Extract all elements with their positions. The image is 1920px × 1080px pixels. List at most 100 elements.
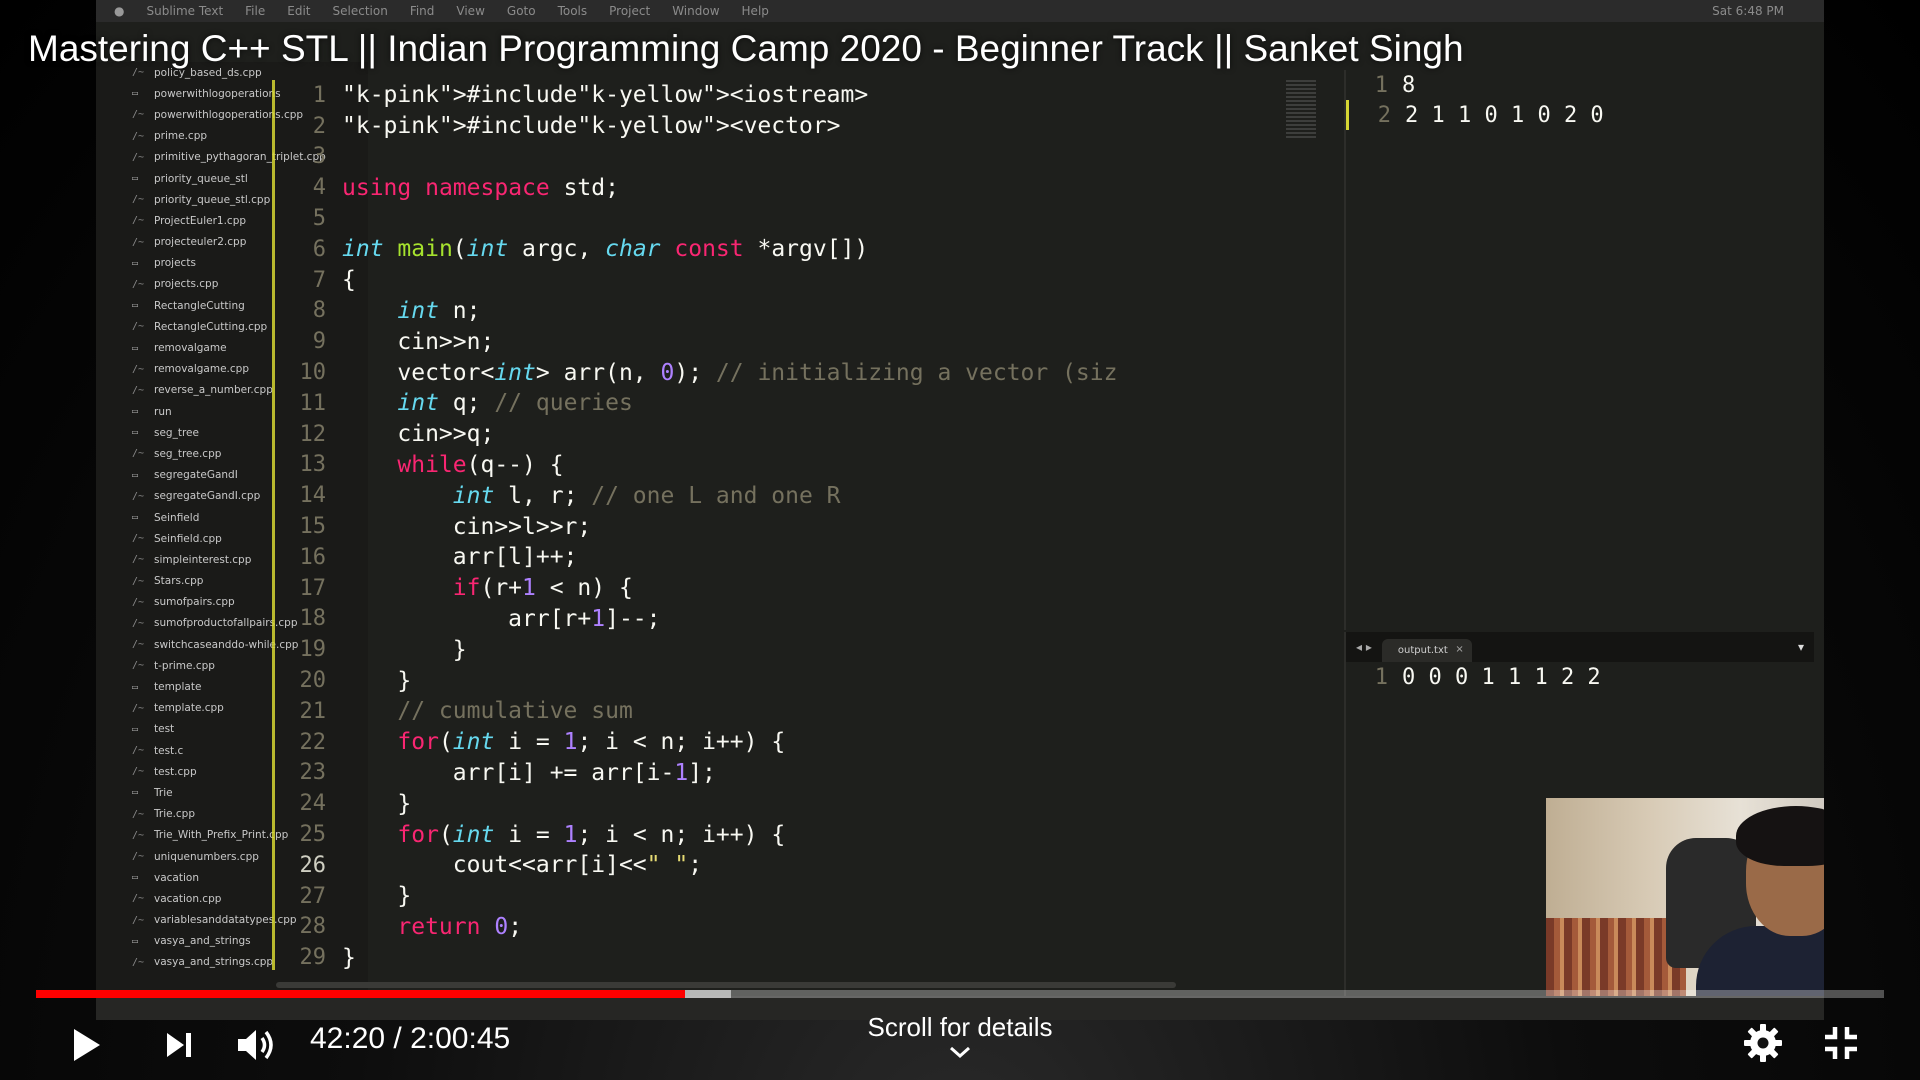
player-controls: 42:20 / 2:00:45 Scroll for details [0,1000,1920,1080]
sidebar-item-label: t-prime.cpp [154,659,215,672]
code-text: arr[r+1]--; [342,605,661,632]
file-icon: /~ [132,956,145,968]
webcam-person-hair [1736,806,1824,866]
sidebar-item-label: vacation [154,871,199,884]
code-text: // cumulative sum [397,698,633,725]
scroll-for-details[interactable]: Scroll for details [860,1012,1060,1059]
menu-item[interactable]: Find [410,4,435,18]
editor-gutter-marker [272,80,275,970]
menu-item[interactable]: Tools [558,4,588,18]
editor-horizontal-scrollbar[interactable] [276,982,1176,988]
code-line[interactable]: 4 using namespace std; [276,172,1256,203]
input-line[interactable]: 18 [1346,70,1814,100]
menu-item[interactable]: Project [609,4,650,18]
sidebar-item-label: projects [154,257,196,270]
file-icon: /~ [132,109,145,121]
code-line[interactable]: 18 arr[r+1]--; [276,604,1256,635]
file-icon: /~ [132,321,145,333]
menu-item[interactable]: Window [672,4,719,18]
volume-button[interactable] [226,1018,288,1072]
code-line[interactable]: 12 cin>>q; [276,419,1256,450]
line-number: 13 [299,452,327,478]
line-number: 5 [312,206,326,232]
code-line[interactable]: 9 cin>>n; [276,326,1256,357]
sidebar-item-label: simpleinterest.cpp [154,553,252,566]
code-line[interactable]: 24 } [276,788,1256,819]
code-text: { [342,267,356,294]
file-icon: /~ [132,829,145,841]
code-line[interactable]: 3 [276,142,1256,173]
file-icon: /~ [132,660,145,672]
code-editor[interactable]: 1 "k-pink">#include"k-yellow"><iostream> 2… [276,80,1256,980]
code-line[interactable]: 5 [276,203,1256,234]
menu-item[interactable]: File [245,4,265,18]
code-line[interactable]: 29} [276,942,1256,973]
settings-button[interactable] [1736,1016,1790,1070]
input-pane: 182 2 1 1 0 1 0 2 0 [1344,70,1814,630]
code-text: } [342,944,356,971]
play-button[interactable] [60,1018,114,1072]
line-number: 25 [299,822,327,848]
progress-bar[interactable] [36,990,1884,998]
menu-item[interactable]: Help [742,4,769,18]
code-line[interactable]: 19 } [276,634,1256,665]
menu-item[interactable]: View [456,4,484,18]
sidebar-item-label: segregateGandI [154,469,238,482]
line-number: 14 [299,483,327,509]
menu-item[interactable]: Sublime Text [146,4,223,18]
code-text: cin>>q; [342,421,495,448]
output-tab-label: output.txt [1397,645,1448,656]
sidebar-item-label: sumofpairs.cpp [154,596,235,609]
folder-icon: ▭ [132,872,139,884]
code-line[interactable]: 25 for(int i = 1; i < n; i++) { [276,819,1256,850]
code-text: if(r+1 < n) { [452,575,633,602]
code-line[interactable]: 6 int main(int argc, char const *argv[]) [276,234,1256,265]
file-icon: /~ [132,766,145,778]
code-line[interactable]: 27 } [276,881,1256,912]
menu-item[interactable]: Edit [287,4,310,18]
gear-icon [1744,1024,1782,1062]
code-line[interactable]: 17 if(r+1 < n) { [276,573,1256,604]
code-text: vector<int> arr(n, 0); // initializing a… [342,359,1118,386]
code-line[interactable]: 1 "k-pink">#include"k-yellow"><iostream> [276,80,1256,111]
exit-fullscreen-button[interactable] [1814,1016,1868,1070]
sidebar-item-label: projects.cpp [154,278,219,291]
code-line[interactable]: 10 vector<int> arr(n, 0); // initializin… [276,357,1256,388]
code-line[interactable]: 23 arr[i] += arr[i-1]; [276,758,1256,789]
sidebar-item-label: priority_queue_stl.cpp [154,193,271,206]
code-line[interactable]: 26 cout<<arr[i]<<" "; [276,850,1256,881]
output-line[interactable]: 1 0 0 0 1 1 1 2 2 [1346,662,1814,692]
line-number: 2 [312,113,326,139]
line-number: 7 [312,267,326,293]
output-tabbar: ◂ ▸ output.txt × ▾ [1346,632,1814,662]
code-line[interactable]: 28 return 0; [276,912,1256,943]
code-text: } [342,667,412,694]
input-line[interactable]: 2 2 1 1 0 1 0 2 0 [1346,100,1814,130]
file-icon: /~ [132,384,145,396]
next-button[interactable] [152,1018,206,1072]
code-line[interactable]: 14 int l, r; // one L and one R [276,480,1256,511]
file-icon: /~ [132,448,145,460]
code-line[interactable]: 15 cin>>l>>r; [276,511,1256,542]
code-line[interactable]: 7{ [276,265,1256,296]
menu-item[interactable]: Goto [507,4,536,18]
sidebar-item-label: Trie.cpp [154,808,196,821]
menu-item[interactable]: Selection [333,4,388,18]
scroll-hint-label: Scroll for details [867,1012,1053,1042]
next-icon [167,1033,191,1057]
code-line[interactable]: 16 arr[l]++; [276,542,1256,573]
line-number: 6 [312,236,326,262]
code-line[interactable]: 13 while(q--) { [276,450,1256,481]
sidebar-item-label: segregateGandI.cpp [154,490,261,503]
folder-icon: ▭ [132,88,139,100]
line-number: 22 [299,729,327,755]
file-icon: /~ [132,702,145,714]
code-line[interactable]: 21 // cumulative sum [276,696,1256,727]
code-line[interactable]: 8 int n; [276,296,1256,327]
code-line[interactable]: 22 for(int i = 1; i < n; i++) { [276,727,1256,758]
code-line[interactable]: 2 "k-pink">#include"k-yellow"><vector> [276,111,1256,142]
sidebar-item-label: projecteuler2.cpp [154,236,247,249]
code-line[interactable]: 20 } [276,665,1256,696]
file-icon: /~ [132,278,145,290]
code-line[interactable]: 11 int q; // queries [276,388,1256,419]
